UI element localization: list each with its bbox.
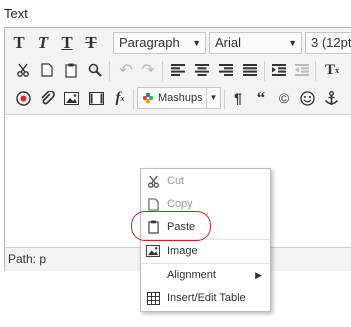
chevron-down-icon[interactable]: ▼ [206,88,220,108]
italic-icon[interactable]: T [32,32,54,54]
copy-icon [145,196,161,212]
attachment-icon[interactable] [36,87,58,109]
emoticon-icon[interactable] [296,87,318,109]
menu-item-image[interactable]: Image [141,240,270,262]
table-icon [145,290,161,306]
menu-item-insert-edit-table[interactable]: Insert/Edit Table [141,287,270,309]
chevron-down-icon: ▼ [192,38,201,48]
toolbar-divider [264,61,265,81]
copyright-icon[interactable]: © [273,87,295,109]
bold-icon[interactable]: T [8,32,30,54]
align-center-icon[interactable] [191,59,213,81]
chevron-down-icon: ▼ [288,38,297,48]
underline-icon[interactable]: T [56,32,78,54]
math-formula-icon[interactable]: fx [109,87,131,109]
menu-item-cut[interactable]: Cut [141,170,270,192]
superscript-icon[interactable]: Tx [321,59,343,81]
anchor-icon[interactable] [320,87,342,109]
format-select-value: Paragraph [119,35,180,50]
align-right-icon[interactable] [215,59,237,81]
paste-icon[interactable] [60,59,82,81]
find-icon[interactable] [84,59,106,81]
toolbar-divider [133,89,134,109]
editor-toolbar: T T T T Paragraph ▼ Arial ▼ 3 (12pt) [5,28,351,115]
size-select[interactable]: 3 (12pt) [305,32,351,54]
undo-icon[interactable]: ↶ [115,59,137,81]
image-icon[interactable] [60,87,82,109]
redo-icon[interactable]: ↷ [137,59,159,81]
toolbar-divider [109,61,110,81]
mashups-label: Mashups [158,92,203,104]
size-select-value: 3 (12pt) [311,35,351,50]
mashups-icon [143,93,153,103]
menu-item-alignment[interactable]: Alignment ▶ [141,264,270,286]
paragraph-mark-icon[interactable]: ¶ [227,87,249,109]
font-select[interactable]: Arial ▼ [209,32,302,54]
menu-item-label: Image [167,245,198,257]
paste-highlight-annotation [131,211,211,241]
toolbar-divider [162,61,163,81]
align-justify-icon[interactable] [239,59,261,81]
video-icon[interactable] [85,87,107,109]
blockquote-icon[interactable]: “ [250,87,272,109]
menu-item-label: Cut [167,175,185,187]
toolbar-divider [315,61,316,81]
image-icon [145,243,161,259]
scissors-icon [145,173,161,189]
toolbar-divider [224,89,225,109]
chevron-right-icon: ▶ [255,270,262,280]
cut-icon[interactable] [12,59,34,81]
field-label: Text [4,6,28,21]
path-label: Path: [8,252,37,266]
font-select-value: Arial [215,35,242,50]
format-select[interactable]: Paragraph ▼ [113,32,206,54]
path-value[interactable]: p [39,252,46,266]
align-left-icon[interactable] [167,59,189,81]
menu-item-label: Alignment [167,269,216,281]
indent-icon[interactable] [268,59,290,81]
menu-item-label: Insert/Edit Table [167,292,246,304]
record-icon[interactable] [12,87,34,109]
outdent-icon[interactable] [291,59,313,81]
strikethrough-icon[interactable]: T [80,32,102,54]
copy-icon[interactable] [36,59,58,81]
mashups-dropdown[interactable]: Mashups ▼ [137,87,221,109]
